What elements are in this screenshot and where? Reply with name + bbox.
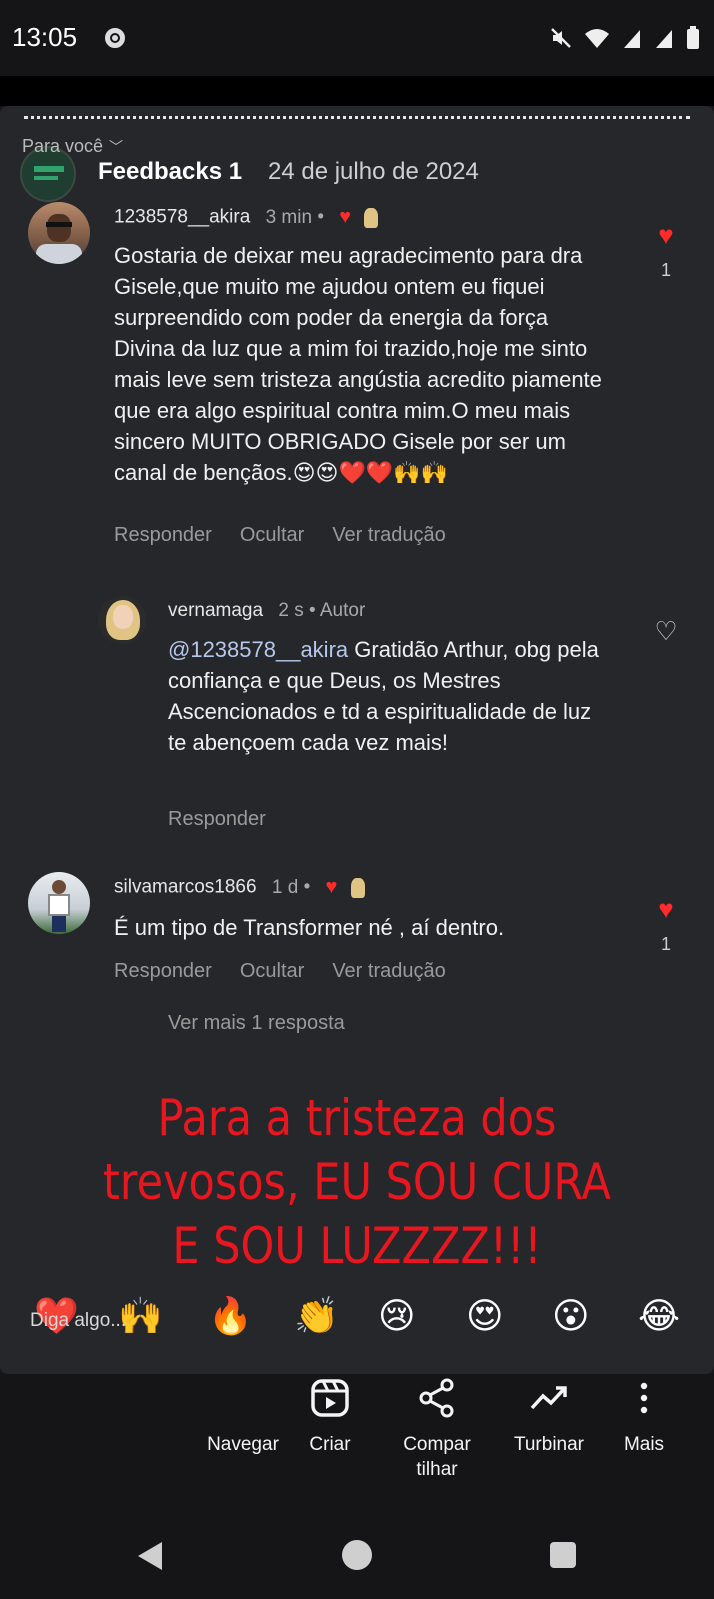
nav-label-line: Compar — [403, 1434, 471, 1455]
overlay-line: E SOU LUZZZZ!!! — [172, 1217, 542, 1275]
like-button[interactable]: ♥ 1 — [651, 222, 681, 281]
author-heart-icon: ♥ — [339, 206, 352, 228]
avatar[interactable] — [98, 596, 146, 644]
view-more-replies-button[interactable]: Ver mais 1 resposta — [168, 1012, 345, 1035]
wifi-icon — [585, 29, 609, 48]
nav-share-button[interactable]: Compar tilhar — [392, 1374, 482, 1482]
reaction-sad[interactable]: 😢 — [378, 1296, 416, 1336]
nav-more-button[interactable]: Mais — [614, 1374, 674, 1457]
comment-actions: Responder Ocultar Ver tradução — [114, 524, 446, 547]
signal-icon — [624, 30, 640, 48]
page-title[interactable]: Feedbacks 1 — [98, 158, 242, 186]
back-icon[interactable] — [138, 1542, 162, 1570]
comment-actions: Responder — [168, 808, 266, 831]
overlay-line: trevosos, EU SOU CURA — [103, 1153, 611, 1211]
recent-apps-icon[interactable] — [550, 1542, 576, 1568]
top-divider — [0, 76, 714, 106]
comment-username[interactable]: 1238578__akira — [114, 207, 250, 228]
nav-boost-button[interactable]: Turbinar — [504, 1374, 594, 1457]
comment-time: 1 d — [271, 876, 299, 898]
mention-link[interactable]: @1238578__akira — [168, 637, 348, 662]
author-avatar-mini — [350, 877, 365, 898]
comment-username[interactable]: vernamaga — [168, 600, 263, 621]
comment: silvamarcos1866 1 d • ♥ É um tipo de Tra… — [0, 872, 714, 1072]
comment-username[interactable]: silvamarcos1866 — [114, 877, 257, 898]
author-heart-icon: ♥ — [325, 876, 338, 898]
quick-reactions: ❤️ 🙌 🔥 👏 😢 😍 😮 😂 Diga algo... — [0, 1296, 714, 1340]
comment-header: silvamarcos1866 1 d • ♥ — [114, 876, 365, 899]
comment-text: É um tipo de Transformer né , aí dentro. — [114, 915, 505, 940]
heart-outline-icon: ♡ — [654, 616, 678, 646]
avatar[interactable] — [28, 202, 90, 264]
reply-button[interactable]: Responder — [168, 808, 266, 831]
translate-button[interactable]: Ver tradução — [332, 524, 445, 547]
comment-reply: vernamaga 2 s • Autor @1238578__akira Gr… — [0, 596, 714, 836]
reels-icon — [300, 1374, 360, 1422]
separator-dot: • — [303, 876, 311, 898]
system-navigation-bar — [0, 1504, 714, 1599]
signal-icon — [656, 30, 672, 48]
comment-header: vernamaga 2 s • Autor — [168, 600, 365, 622]
author-badge: Autor — [319, 600, 366, 621]
heart-filled-icon: ♥ — [658, 220, 674, 250]
avatar[interactable] — [28, 872, 90, 934]
share-icon — [392, 1374, 482, 1422]
overlay-line: Para a tristeza dos — [157, 1089, 557, 1147]
comment: 1238578__akira 3 min • ♥ Gostaria de dei… — [0, 202, 714, 562]
nav-label: Compar tilhar — [392, 1432, 482, 1482]
feed-selector[interactable]: Para você ﹀ — [22, 136, 123, 157]
reply-button[interactable]: Responder — [114, 524, 212, 547]
nav-browse-button[interactable]: Navegar — [198, 1374, 288, 1457]
status-icons — [550, 24, 700, 52]
separator-dot: • — [317, 206, 324, 228]
nav-label: Criar — [309, 1434, 351, 1455]
chevron-down-icon: ﹀ — [109, 139, 124, 155]
comment-text: Gostaria de deixar meu agradecimento par… — [114, 243, 602, 485]
like-button[interactable]: ♥ 1 — [651, 896, 681, 955]
nav-label: Mais — [623, 1434, 665, 1455]
separator-dot: • — [308, 600, 316, 621]
hide-button[interactable]: Ocultar — [240, 960, 304, 983]
more-vertical-icon — [614, 1374, 674, 1422]
chrome-icon — [105, 28, 125, 48]
post-date: 24 de julho de 2024 — [268, 158, 479, 185]
mute-icon — [551, 28, 571, 48]
nav-create-button[interactable]: Criar — [300, 1374, 360, 1457]
comment-actions: Responder Ocultar Ver tradução — [114, 960, 446, 983]
bottom-action-bar: Navegar Criar Compar tilhar Turbinar Mais — [0, 1374, 714, 1504]
battery-icon — [687, 26, 699, 49]
compass-icon — [198, 1374, 288, 1422]
nav-label: Turbinar — [513, 1434, 585, 1455]
hide-button[interactable]: Ocultar — [240, 524, 304, 547]
comment-header: 1238578__akira 3 min • ♥ — [114, 206, 379, 229]
overlay-text: Para a tristeza dos trevosos, EU SOU CUR… — [50, 1086, 664, 1278]
reaction-fire[interactable]: 🔥 — [208, 1296, 253, 1336]
nav-label-line: tilhar — [416, 1459, 458, 1480]
reaction-clap[interactable]: 👏 — [294, 1296, 339, 1336]
like-count: 1 — [660, 934, 671, 954]
home-icon[interactable] — [342, 1540, 372, 1570]
nav-label: Navegar — [207, 1434, 279, 1455]
reaction-heart-eyes[interactable]: 😍 — [466, 1296, 504, 1336]
story-progress-bar — [24, 116, 690, 119]
trending-icon — [504, 1374, 594, 1422]
author-avatar-mini — [364, 207, 379, 228]
heart-filled-icon: ♥ — [658, 894, 674, 924]
comment-time: 3 min — [265, 206, 313, 228]
feed-label: Para você — [22, 136, 104, 156]
reply-input[interactable]: Diga algo... — [30, 1310, 126, 1332]
like-count: 1 — [660, 260, 671, 280]
translate-button[interactable]: Ver tradução — [332, 960, 445, 983]
reaction-laughing[interactable]: 😂 — [638, 1296, 680, 1336]
like-button[interactable]: ♡ — [651, 618, 681, 644]
reaction-surprised[interactable]: 😮 — [552, 1296, 590, 1336]
reply-button[interactable]: Responder — [114, 960, 212, 983]
status-time: 13:05 — [12, 22, 78, 52]
status-bar: 13:05 — [0, 0, 714, 76]
story-header: Para você ﹀ Feedbacks 1 24 de julho de 20… — [20, 132, 700, 202]
comment-time: 2 s — [278, 600, 304, 621]
comment-text: @1238578__akira Gratidão Arthur, obg pel… — [168, 634, 608, 758]
